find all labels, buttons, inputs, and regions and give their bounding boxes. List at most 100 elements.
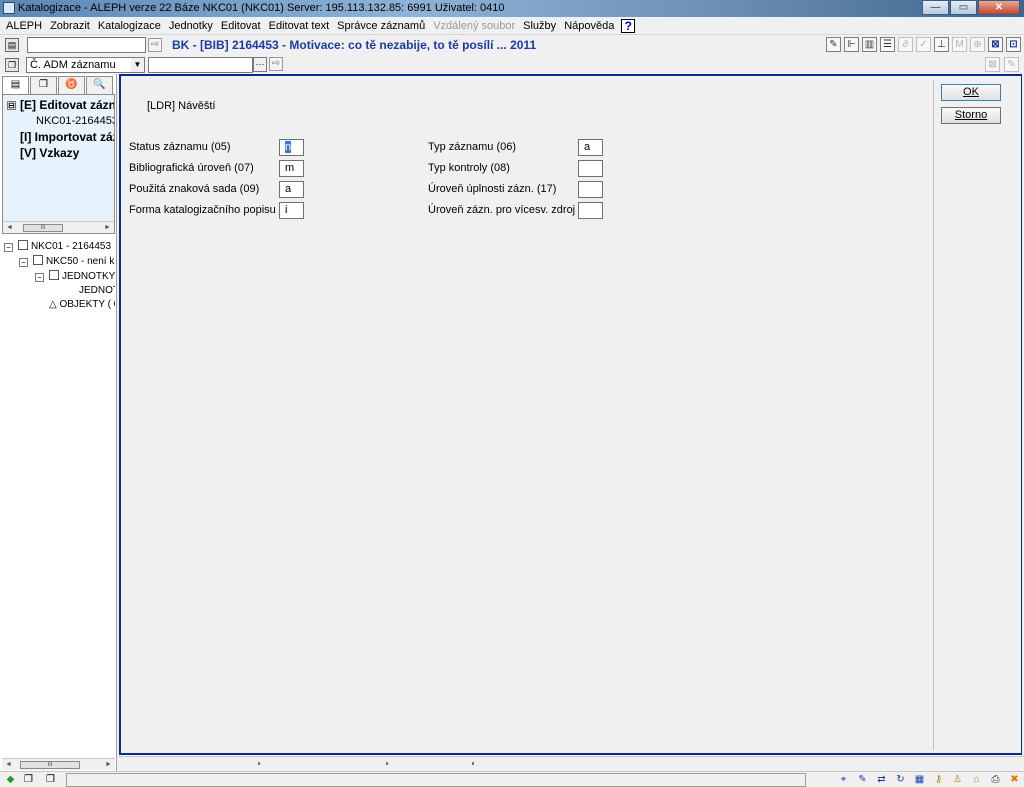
list-view-icon[interactable]: ☰: [880, 37, 895, 52]
record-title: BK - [BIB] 2164453 - Motivace: co tě nez…: [172, 38, 537, 52]
ok-button[interactable]: OK: [941, 84, 1001, 101]
record-icon[interactable]: ▤: [5, 38, 19, 52]
field-value: n: [285, 141, 292, 153]
menu-spravce-zaznamu[interactable]: Správce záznamů: [333, 20, 429, 32]
status-message: [66, 773, 806, 787]
tree-item-record-id[interactable]: NKC01-2164453: [3, 113, 114, 129]
field-cat-form[interactable]: i: [279, 202, 304, 219]
status-icon-group: ⌖ ✎ ⇄ ↻ ▦ ⚷ ♙ ⌂ ⎙ ✖: [836, 773, 1022, 787]
field-bib-level[interactable]: m: [279, 160, 304, 177]
collapse-icon[interactable]: −: [4, 243, 13, 252]
go-arrow-icon[interactable]: ⇨: [148, 38, 162, 52]
toolbar-icon-group: ✎ ⊩ ▥ ☰ ∂ ✓ ⊥ M ⊕ ⊠ ⊡: [826, 37, 1021, 52]
collapse-icon[interactable]: ⊟: [7, 101, 16, 110]
collapse-icon[interactable]: −: [19, 258, 28, 267]
tree-node-item[interactable]: JEDNOT: [79, 284, 115, 298]
edit-icon[interactable]: ✎: [855, 773, 870, 787]
record-number-input[interactable]: [148, 57, 253, 73]
tree-node-bib-record[interactable]: NKC01 - 2164453: [18, 240, 111, 254]
menu-editovat[interactable]: Editovat: [217, 20, 265, 32]
close-all-icon[interactable]: ⊡: [1006, 37, 1021, 52]
disabled-edit-icon: ✎: [1004, 57, 1019, 72]
menu-jednotky[interactable]: Jednotky: [165, 20, 217, 32]
scroll-right-icon[interactable]: ►: [102, 223, 113, 233]
record-icon: [33, 255, 43, 265]
tree-item-edit-record[interactable]: ⊟ [E] Editovat záznam: [3, 97, 114, 113]
scroll-right-icon[interactable]: ►: [103, 760, 114, 770]
field-encoding-level[interactable]: [578, 181, 603, 198]
browse-button[interactable]: ···: [253, 57, 267, 72]
maximize-button[interactable]: ▭: [950, 0, 977, 15]
menu-katalogizace[interactable]: Katalogizace: [94, 20, 165, 32]
go-arrow-icon-2[interactable]: ⇨: [269, 57, 283, 71]
menu-sluzby[interactable]: Služby: [519, 20, 560, 32]
edit-record-icon[interactable]: ✎: [826, 37, 841, 52]
search-type-select[interactable]: Č. ADM záznamu ▼: [26, 57, 145, 73]
cancel-icon[interactable]: ✖: [1007, 773, 1022, 787]
tab-marker: [258, 762, 260, 765]
lower-tree-scrollbar[interactable]: ◄ III ►: [2, 758, 115, 770]
field-label-encoding-level: Úroveň úplnosti zázn. (17): [428, 183, 557, 195]
tree-item-import-record[interactable]: [I] Importovat záznam: [3, 129, 114, 145]
field-label-status: Status záznamu (05): [129, 141, 231, 153]
copy-icon[interactable]: ❐: [5, 58, 19, 72]
field-multipart-level[interactable]: [578, 202, 603, 219]
copy-icon[interactable]: ❐: [22, 774, 35, 786]
close-button[interactable]: ✕: [978, 0, 1020, 15]
transfer-icon[interactable]: ⇄: [874, 773, 889, 787]
tab-binoculars-icon[interactable]: 🔍: [86, 76, 113, 94]
window-controls: — ▭ ✕: [921, 0, 1020, 16]
field-charset[interactable]: a: [279, 181, 304, 198]
collapse-icon[interactable]: −: [35, 273, 44, 282]
field-control-type[interactable]: [578, 160, 603, 177]
left-panel: ▤ ❐ ♉ 🔍 ⊟ [E] Editovat záznam NKC01-2164…: [0, 74, 117, 771]
cancel-button[interactable]: Storno: [941, 107, 1001, 124]
merge-icon: M: [952, 37, 967, 52]
home-icon[interactable]: ⌂: [969, 773, 984, 787]
tab-marker: [386, 762, 388, 765]
tree-node-adm-record[interactable]: NKC50 - není k: [33, 255, 114, 269]
printer-icon[interactable]: ⎙: [988, 773, 1003, 787]
menu-aleph[interactable]: ALEPH: [2, 20, 46, 32]
upper-tree-scrollbar[interactable]: ◄ III ►: [3, 221, 114, 233]
tree-item-messages[interactable]: [V] Vzkazy: [3, 145, 114, 161]
tree-item-label: [V] Vzkazy: [20, 146, 80, 160]
help-icon[interactable]: ?: [621, 18, 636, 33]
split-icon[interactable]: ⊥: [934, 37, 949, 52]
tree-view-icon[interactable]: ⊩: [844, 37, 859, 52]
search-toolbar: ❐ Č. ADM záznamu ▼ ··· ⇨ ⊠ ✎: [0, 55, 1024, 74]
menu-napoveda[interactable]: Nápověda: [560, 20, 618, 32]
tab-marker: [472, 762, 474, 765]
scroll-thumb[interactable]: III: [20, 761, 80, 769]
scroll-left-icon[interactable]: ◄: [4, 223, 15, 233]
copy-icon-2[interactable]: ❐: [44, 774, 57, 786]
chevron-down-icon[interactable]: ▼: [131, 58, 144, 72]
minimize-button[interactable]: —: [922, 0, 949, 15]
field-status[interactable]: n: [279, 139, 304, 156]
status-bar: ◆ ❐ ❐ ⌖ ✎ ⇄ ↻ ▦ ⚷ ♙ ⌂ ⎙ ✖: [0, 771, 1024, 787]
tab-copy-icon[interactable]: ❐: [30, 76, 57, 94]
key-icon[interactable]: ⚷: [931, 773, 946, 787]
tree-node-objects[interactable]: △ OBJEKTY ( 0: [49, 298, 115, 312]
tab-item-icon[interactable]: ♉: [58, 76, 85, 94]
search-type-value: Č. ADM záznamu: [30, 59, 116, 71]
menu-vzdaleny-soubor: Vzdálený soubor: [433, 19, 516, 32]
scroll-left-icon[interactable]: ◄: [3, 760, 14, 770]
app-icon: [3, 2, 15, 14]
section-title: [LDR] Návěští: [147, 100, 216, 112]
table-icon[interactable]: ▦: [912, 773, 927, 787]
refresh-icon[interactable]: ↻: [893, 773, 908, 787]
network-icon[interactable]: ⌖: [836, 773, 851, 787]
field-label-record-type: Typ záznamu (06): [428, 141, 517, 153]
tab-record-icon[interactable]: ▤: [2, 76, 29, 94]
search-input[interactable]: [27, 37, 146, 53]
menu-zobrazit[interactable]: Zobrazit: [46, 20, 94, 32]
tree-node-label: OBJEKTY ( 0: [59, 299, 115, 310]
menu-editovat-text[interactable]: Editovat text: [265, 20, 334, 32]
tree-node-items[interactable]: JEDNOTKY: [49, 270, 115, 284]
field-record-type[interactable]: a: [578, 139, 603, 156]
user-icon[interactable]: ♙: [950, 773, 965, 787]
close-record-icon[interactable]: ⊠: [988, 37, 1003, 52]
scroll-thumb[interactable]: III: [23, 224, 63, 232]
open-book-icon[interactable]: ▥: [862, 37, 877, 52]
